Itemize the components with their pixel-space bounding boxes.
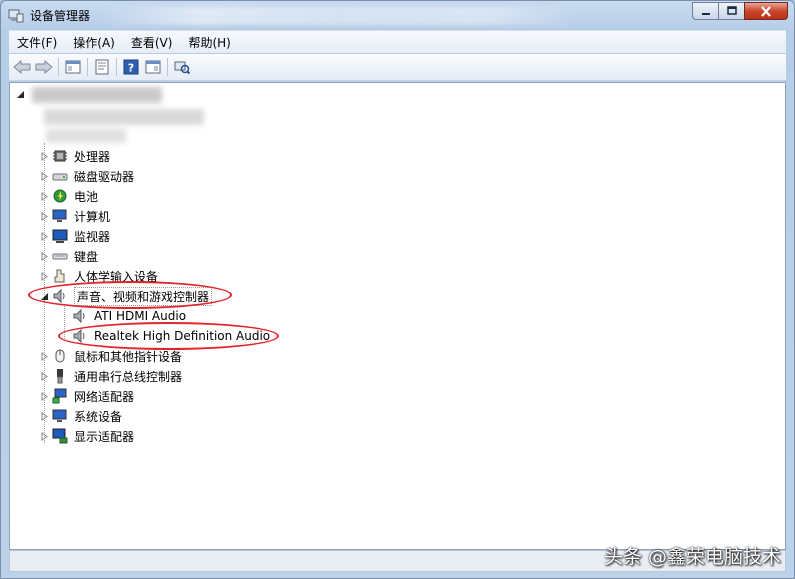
tree-node-label: 通用串行总线控制器 [74, 369, 183, 384]
maximize-icon [726, 6, 737, 15]
close-button[interactable] [744, 2, 788, 20]
menu-bar: 文件(F) 操作(A) 查看(V) 帮助(H) [9, 30, 786, 53]
menu-help[interactable]: 帮助(H) [180, 34, 238, 51]
svg-text:?: ? [128, 62, 134, 75]
minimize-button[interactable] [692, 2, 718, 20]
close-icon [761, 5, 771, 17]
window-controls [692, 2, 788, 21]
properties-icon [95, 59, 109, 75]
expand-triangle-icon[interactable] [40, 212, 49, 221]
blurred-item [46, 129, 126, 143]
tree-node-label: 显示适配器 [74, 429, 135, 444]
tree-node-label: 鼠标和其他指针设备 [74, 349, 183, 364]
blurred-computer-name [32, 87, 162, 103]
expand-triangle-icon[interactable] [40, 232, 49, 241]
mouse-icon [55, 349, 65, 363]
forward-button[interactable] [33, 56, 55, 78]
scan-hardware-icon [174, 61, 190, 75]
scan-hardware-button[interactable] [171, 56, 193, 78]
tree-node-network-adapters[interactable]: 网络适配器 [40, 386, 134, 406]
console-tree-icon [65, 60, 81, 74]
keyboard-icon [52, 253, 68, 260]
expand-triangle-icon[interactable] [40, 152, 49, 161]
network-adapter-icon [52, 388, 67, 404]
toolbar-separator [58, 58, 59, 76]
help-button[interactable]: ? [120, 56, 142, 78]
toolbar: ? [9, 54, 786, 81]
expand-triangle-icon[interactable] [40, 192, 49, 201]
tree-node-display-adapters[interactable]: 显示适配器 [40, 426, 134, 446]
monitor-icon [52, 229, 68, 243]
tree-node-label: 电池 [74, 189, 99, 204]
tree-node-keyboards[interactable]: 键盘 [40, 246, 98, 266]
help-icon: ? [123, 59, 139, 75]
view-icon [145, 60, 161, 74]
tree-node-label: 键盘 [74, 249, 99, 264]
expand-triangle-icon[interactable] [40, 432, 49, 441]
device-manager-window: 设备管理器 文件(F) 操作(A) 查看(V) 帮助(H) ? 处理器 磁盘驱动… [0, 0, 795, 579]
hid-icon [54, 269, 65, 283]
device-tree[interactable]: 处理器 磁盘驱动器 电池 计算机 监视器 键盘 人体学输入设备 声音、视频和游戏… [9, 82, 786, 550]
back-button[interactable] [11, 56, 33, 78]
tree-node-label: 磁盘驱动器 [74, 169, 135, 184]
menu-view[interactable]: 查看(V) [123, 34, 181, 51]
expand-triangle-icon[interactable] [40, 252, 49, 261]
window-title: 设备管理器 [30, 9, 91, 23]
expand-triangle-icon[interactable] [40, 392, 49, 401]
toolbar-separator [87, 58, 88, 76]
view-button[interactable] [142, 56, 164, 78]
expand-triangle-icon[interactable] [40, 412, 49, 421]
tree-node-usb-controllers[interactable]: 通用串行总线控制器 [40, 366, 182, 386]
disk-drive-icon [52, 173, 68, 181]
maximize-button[interactable] [718, 2, 744, 20]
back-arrow-icon [13, 60, 31, 74]
red-annotation-circle [28, 281, 232, 309]
tree-node-label: 监视器 [74, 229, 111, 244]
system-device-icon [52, 409, 67, 422]
expand-triangle-icon[interactable] [40, 372, 49, 381]
computer-icon [52, 209, 67, 222]
expand-triangle-icon[interactable] [40, 172, 49, 181]
toolbar-separator [167, 58, 168, 76]
tree-node-label: ATI HDMI Audio [94, 309, 187, 323]
expand-triangle-icon[interactable] [40, 352, 49, 361]
display-adapter-icon [52, 428, 68, 444]
battery-icon [53, 189, 67, 203]
cpu-icon [53, 150, 67, 162]
title-bar[interactable]: 设备管理器 [1, 1, 794, 29]
tree-node-disk-drives[interactable]: 磁盘驱动器 [40, 166, 134, 186]
tree-node-label: 网络适配器 [74, 389, 135, 404]
tree-node-mice[interactable]: 鼠标和其他指针设备 [40, 346, 182, 366]
tree-node-label: 计算机 [74, 209, 111, 224]
toolbar-separator [116, 58, 117, 76]
tree-node-label: 处理器 [74, 149, 111, 164]
tree-node-computer[interactable]: 计算机 [40, 206, 110, 226]
menu-action[interactable]: 操作(A) [65, 34, 123, 51]
watermark: 头条 @鑫荣电脑技术 [603, 546, 781, 568]
show-hide-console-tree-button[interactable] [62, 56, 84, 78]
blurred-item [44, 109, 204, 125]
collapse-triangle-icon[interactable] [16, 90, 25, 99]
minimize-icon [701, 13, 710, 15]
tree-node-system-devices[interactable]: 系统设备 [40, 406, 122, 426]
blurred-background [101, 7, 581, 25]
speaker-icon [73, 308, 85, 324]
tree-node-label: 系统设备 [74, 409, 123, 424]
tree-node-batteries[interactable]: 电池 [40, 186, 98, 206]
usb-icon [57, 369, 63, 384]
expand-triangle-icon[interactable] [40, 272, 49, 281]
tree-node-processors[interactable]: 处理器 [40, 146, 110, 166]
device-manager-icon [8, 9, 24, 23]
forward-arrow-icon [35, 60, 53, 74]
menu-file[interactable]: 文件(F) [9, 34, 65, 51]
tree-node-monitors[interactable]: 监视器 [40, 226, 110, 246]
properties-button[interactable] [91, 56, 113, 78]
